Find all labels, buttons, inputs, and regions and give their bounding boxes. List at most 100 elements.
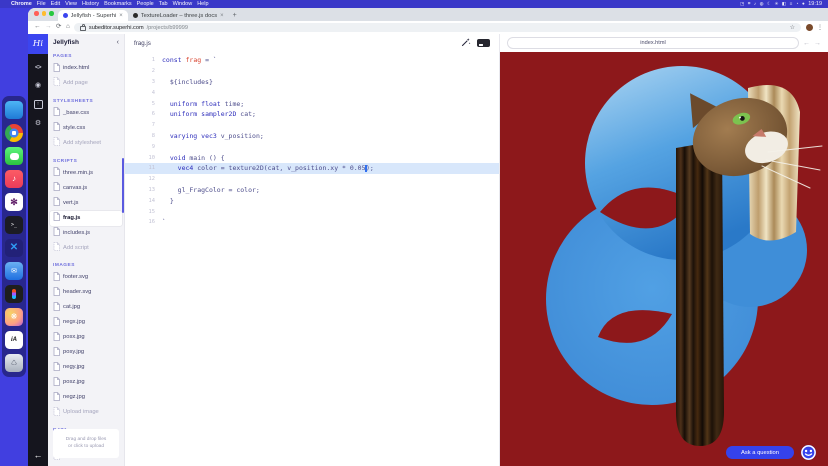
menubar-item-people[interactable]: People xyxy=(137,1,154,7)
collapse-sidebar-icon[interactable]: ‹ xyxy=(117,39,119,46)
console-toggle-icon[interactable] xyxy=(477,39,490,47)
file-item[interactable]: posx.jpg xyxy=(50,330,122,345)
code-line[interactable]: 3 ${includes} xyxy=(125,77,499,88)
file-label: Add page xyxy=(63,80,88,87)
code-line[interactable]: 10 void main () { xyxy=(125,152,499,163)
file-item[interactable]: frag.js xyxy=(50,211,122,226)
code-line[interactable]: 2 xyxy=(125,66,499,77)
code-view-icon[interactable]: <> xyxy=(35,65,41,71)
slack-dock-icon[interactable]: ✻ xyxy=(5,193,23,211)
zoom-window-button[interactable] xyxy=(49,11,54,16)
file-item[interactable]: three.min.js xyxy=(50,166,122,181)
code-line[interactable]: 13 gl_FragColor = color; xyxy=(125,185,499,196)
add-item-button[interactable]: Upload image xyxy=(50,405,122,420)
file-item[interactable]: negz.jpg xyxy=(50,390,122,405)
file-item[interactable]: negx.jpg xyxy=(50,315,122,330)
add-item-button[interactable]: Add page xyxy=(50,76,122,91)
code-line[interactable]: 11 vec4 color = texture2D(cat, v_positio… xyxy=(125,163,499,174)
menubar-item-edit[interactable]: Edit xyxy=(51,1,60,7)
code-area[interactable]: 1const frag = `23 ${includes}45 uniform … xyxy=(125,52,499,466)
file-item[interactable]: includes.js xyxy=(50,226,122,241)
figma-dock-icon[interactable] xyxy=(5,285,23,303)
code-line[interactable]: 1const frag = ` xyxy=(125,55,499,66)
preview-address-pill[interactable]: index.html xyxy=(507,37,799,49)
ask-a-question-button[interactable]: Ask a question xyxy=(726,446,794,459)
code-line[interactable]: 15 xyxy=(125,206,499,217)
close-window-button[interactable] xyxy=(34,11,39,16)
eye-preview-icon[interactable]: ◉ xyxy=(35,82,41,89)
back-button[interactable]: ← xyxy=(34,24,41,31)
file-item[interactable]: negy.jpg xyxy=(50,360,122,375)
code-token: color = texture2D(cat, v_position.xy * 0… xyxy=(193,164,365,172)
file-item[interactable]: cat.jpg xyxy=(50,300,122,315)
file-item[interactable]: header.svg xyxy=(50,285,122,300)
mail-dock-icon[interactable]: ✉ xyxy=(5,262,23,280)
bookmark-star-icon[interactable]: ☆ xyxy=(790,24,795,31)
file-item[interactable]: index.html xyxy=(50,61,122,76)
menubar-item-bookmarks[interactable]: Bookmarks xyxy=(104,1,132,7)
messages-dock-icon[interactable] xyxy=(5,147,23,165)
publish-upload-icon[interactable]: ↑ xyxy=(34,100,43,109)
chrome-dock-icon[interactable] xyxy=(5,124,23,142)
file-dropzone[interactable]: Drag and drop files or click to upload xyxy=(53,429,119,458)
code-line[interactable]: 5 uniform float time; xyxy=(125,98,499,109)
terminal-dock-icon[interactable]: >_ xyxy=(5,216,23,234)
home-button[interactable]: ⌂ xyxy=(66,24,70,31)
status-icon: ● xyxy=(802,1,805,7)
file-item[interactable]: _base.css xyxy=(50,106,122,121)
code-dock-icon[interactable]: ✕ xyxy=(5,239,23,257)
browser-tab-2[interactable]: TextureLoader – three.js docs× xyxy=(128,10,229,21)
new-tab-button[interactable]: + xyxy=(229,10,241,21)
address-bar[interactable]: subeditor.superhi.com/projects/b99999 ☆ xyxy=(74,23,801,32)
code-line[interactable]: 12 xyxy=(125,174,499,185)
menubar-item-tab[interactable]: Tab xyxy=(159,1,168,7)
menubar-item-window[interactable]: Window xyxy=(173,1,193,7)
tab-close-icon[interactable]: × xyxy=(119,13,123,19)
code-line[interactable]: 14 } xyxy=(125,195,499,206)
browser-tab-1[interactable]: Jellyfish - Superhi× xyxy=(58,10,128,21)
section-title-pages: PAGES xyxy=(53,54,119,59)
file-item[interactable]: posz.jpg xyxy=(50,375,122,390)
code-line[interactable]: 8 varying vec3 v_position; xyxy=(125,131,499,142)
file-item[interactable]: footer.svg xyxy=(50,270,122,285)
music-dock-icon[interactable]: ♪ xyxy=(5,170,23,188)
minimize-window-button[interactable] xyxy=(42,11,47,16)
profile-avatar[interactable] xyxy=(806,24,813,31)
code-line[interactable]: 16` xyxy=(125,217,499,228)
menubar-item-help[interactable]: Help xyxy=(197,1,208,7)
back-arrow-icon[interactable]: ← xyxy=(34,450,43,460)
file-item[interactable]: canvas.js xyxy=(50,181,122,196)
code-line[interactable]: 4 xyxy=(125,87,499,98)
line-number: 1 xyxy=(125,57,162,63)
add-item-button[interactable]: Add script xyxy=(50,241,122,256)
file-item[interactable]: posy.jpg xyxy=(50,345,122,360)
file-item[interactable]: style.css xyxy=(50,121,122,136)
reload-button[interactable]: ⟳ xyxy=(56,24,61,31)
menubar-item-file[interactable]: File xyxy=(37,1,46,7)
stickers-dock-icon[interactable]: ❋ xyxy=(5,308,23,326)
line-number: 8 xyxy=(125,133,162,139)
code-text: const frag = ` xyxy=(162,56,217,64)
code-line[interactable]: 6 uniform sampler2D cat; xyxy=(125,109,499,120)
preview-forward-icon[interactable]: → xyxy=(814,40,821,47)
code-line[interactable]: 9 xyxy=(125,141,499,152)
help-smiley-button[interactable] xyxy=(801,445,816,460)
sidebar-scrollbar-thumb[interactable] xyxy=(122,158,124,213)
ia-dock-icon[interactable]: iA xyxy=(5,331,23,349)
file-item[interactable]: vert.js xyxy=(50,196,122,211)
preview-back-icon[interactable]: ← xyxy=(803,40,810,47)
trash-dock-icon[interactable]: ♺ xyxy=(5,354,23,372)
magic-wand-icon[interactable] xyxy=(461,37,471,49)
finder-dock-icon[interactable] xyxy=(5,101,23,119)
tab-close-icon[interactable]: × xyxy=(220,13,224,19)
screen: Chrome File Edit View History Bookmarks People… xyxy=(0,0,828,466)
menubar-item-history[interactable]: History xyxy=(82,1,99,7)
code-line[interactable]: 7 xyxy=(125,120,499,131)
chrome-menu-icon[interactable]: ⋮ xyxy=(817,24,822,31)
forward-button[interactable]: → xyxy=(45,24,52,31)
menubar-item-view[interactable]: View xyxy=(65,1,77,7)
settings-gear-icon[interactable]: ⚙ xyxy=(35,120,41,127)
add-item-button[interactable]: Add stylesheet xyxy=(50,136,122,151)
menubar-item-chrome[interactable]: Chrome xyxy=(11,1,32,7)
superhi-logo[interactable]: Hi xyxy=(28,34,48,54)
